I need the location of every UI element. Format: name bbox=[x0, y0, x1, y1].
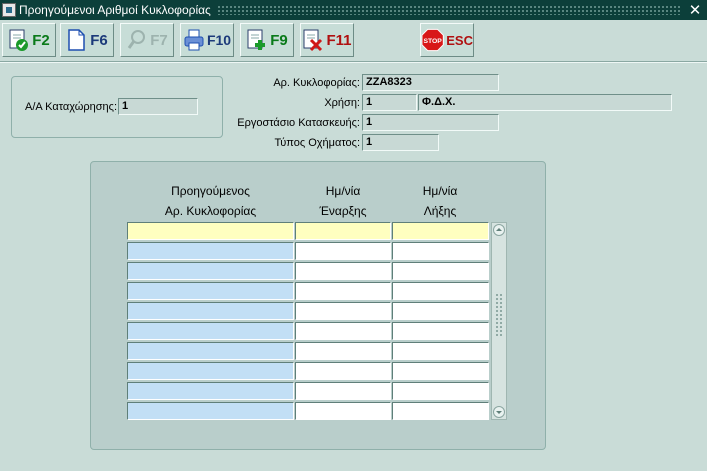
registration-field[interactable]: 1 bbox=[118, 98, 198, 115]
search-button[interactable]: F7 bbox=[120, 23, 174, 57]
save-button-label: F2 bbox=[32, 31, 50, 49]
previous-plate-cell[interactable] bbox=[127, 322, 294, 340]
start-date-cell[interactable] bbox=[295, 322, 391, 340]
title-bar-pattern bbox=[216, 5, 680, 15]
toolbar: F2 F6 F7 F10 F9 F11 STOP ESC bbox=[0, 20, 707, 62]
previous-plate-cell[interactable] bbox=[127, 262, 294, 280]
factory-field[interactable]: 1 bbox=[362, 114, 499, 131]
new-document-icon bbox=[68, 29, 85, 51]
toolbar-divider-highlight bbox=[0, 62, 707, 63]
end-date-cell[interactable] bbox=[392, 402, 489, 420]
column-header-line: Έναρξης bbox=[319, 204, 367, 218]
end-date-cell[interactable] bbox=[392, 302, 489, 320]
factory-label: Εργοστάσιο Κατασκευής: bbox=[237, 117, 360, 129]
new-button[interactable]: F6 bbox=[60, 23, 114, 57]
grid-scrollbar[interactable] bbox=[491, 222, 507, 420]
previous-plate-cell[interactable] bbox=[127, 342, 294, 360]
stop-sign-icon: STOP bbox=[421, 28, 444, 52]
scroll-down-arrow[interactable] bbox=[493, 406, 505, 418]
plate-field[interactable]: ZZA8323 bbox=[362, 74, 499, 91]
vehicle-type-label: Τύπος Οχήματος: bbox=[274, 137, 361, 149]
print-button[interactable]: F10 bbox=[180, 23, 234, 57]
previous-plate-cell[interactable] bbox=[127, 302, 294, 320]
use-code-field[interactable]: 1 bbox=[362, 94, 417, 111]
start-date-cell[interactable] bbox=[295, 222, 391, 240]
close-button[interactable]: ✕ bbox=[686, 1, 704, 19]
end-date-cell[interactable] bbox=[392, 342, 489, 360]
start-date-cell[interactable] bbox=[295, 262, 391, 280]
start-date-cell[interactable] bbox=[295, 242, 391, 260]
end-date-cell[interactable] bbox=[392, 242, 489, 260]
end-date-cell[interactable] bbox=[392, 262, 489, 280]
end-date-cell[interactable] bbox=[392, 362, 489, 380]
column-header-line: Ημ/νία bbox=[325, 184, 361, 198]
use-description-field: Φ.Δ.Χ. bbox=[418, 94, 672, 111]
previous-plate-cell[interactable] bbox=[127, 242, 294, 260]
column-header-end-date: Ημ/νία Λήξης bbox=[391, 181, 489, 221]
escape-button[interactable]: STOP ESC bbox=[420, 23, 474, 57]
column-header-line: Αρ. Κυκλοφορίας bbox=[164, 204, 257, 218]
title-bar: Προηγούμενοι Αριθμοί Κυκλοφορίας ✕ bbox=[0, 0, 707, 20]
chevron-down-icon bbox=[496, 411, 502, 414]
column-header-line: Λήξης bbox=[423, 204, 457, 218]
start-date-cell[interactable] bbox=[295, 362, 391, 380]
previous-plate-cell[interactable] bbox=[127, 362, 294, 380]
chevron-up-icon bbox=[496, 228, 502, 231]
start-date-cell[interactable] bbox=[295, 342, 391, 360]
registration-label: Α/Α Καταχώρησης: bbox=[25, 101, 117, 113]
start-date-cell[interactable] bbox=[295, 282, 391, 300]
start-date-cell[interactable] bbox=[295, 402, 391, 420]
end-date-cell[interactable] bbox=[392, 322, 489, 340]
app-icon bbox=[2, 3, 16, 17]
start-date-cell[interactable] bbox=[295, 302, 391, 320]
save-check-icon bbox=[9, 29, 29, 51]
end-date-cell[interactable] bbox=[392, 222, 489, 240]
add-record-icon bbox=[247, 29, 266, 50]
save-button[interactable]: F2 bbox=[2, 23, 56, 57]
print-button-label: F10 bbox=[206, 32, 232, 48]
delete-record-button[interactable]: F11 bbox=[300, 23, 354, 57]
previous-plate-cell[interactable] bbox=[127, 282, 294, 300]
start-date-cell[interactable] bbox=[295, 382, 391, 400]
escape-button-label: ESC bbox=[446, 32, 473, 48]
delete-record-icon bbox=[303, 29, 323, 52]
end-date-cell[interactable] bbox=[392, 382, 489, 400]
vehicle-type-field[interactable]: 1 bbox=[362, 134, 439, 151]
search-icon bbox=[128, 30, 146, 49]
window-title: Προηγούμενοι Αριθμοί Κυκλοφορίας bbox=[19, 3, 211, 17]
column-header-previous-plate: Προηγούμενος Αρ. Κυκλοφορίας bbox=[127, 181, 294, 221]
search-button-label: F7 bbox=[150, 31, 168, 49]
new-button-label: F6 bbox=[90, 31, 108, 49]
previous-plate-cell[interactable] bbox=[127, 402, 294, 420]
scroll-thumb-grip[interactable] bbox=[495, 293, 503, 337]
plate-label: Αρ. Κυκλοφορίας: bbox=[273, 77, 360, 89]
add-record-button[interactable]: F9 bbox=[240, 23, 294, 57]
end-date-cell[interactable] bbox=[392, 282, 489, 300]
svg-text:STOP: STOP bbox=[423, 38, 442, 45]
previous-plate-cell[interactable] bbox=[127, 222, 294, 240]
add-record-button-label: F9 bbox=[270, 31, 288, 49]
printer-icon bbox=[184, 29, 204, 51]
scroll-up-arrow[interactable] bbox=[493, 224, 505, 236]
column-header-line: Προηγούμενος bbox=[171, 184, 250, 198]
delete-record-button-label: F11 bbox=[326, 31, 352, 49]
use-label: Χρήση: bbox=[324, 97, 360, 109]
previous-plate-cell[interactable] bbox=[127, 382, 294, 400]
column-header-line: Ημ/νία bbox=[422, 184, 458, 198]
column-header-start-date: Ημ/νία Έναρξης bbox=[295, 181, 391, 221]
